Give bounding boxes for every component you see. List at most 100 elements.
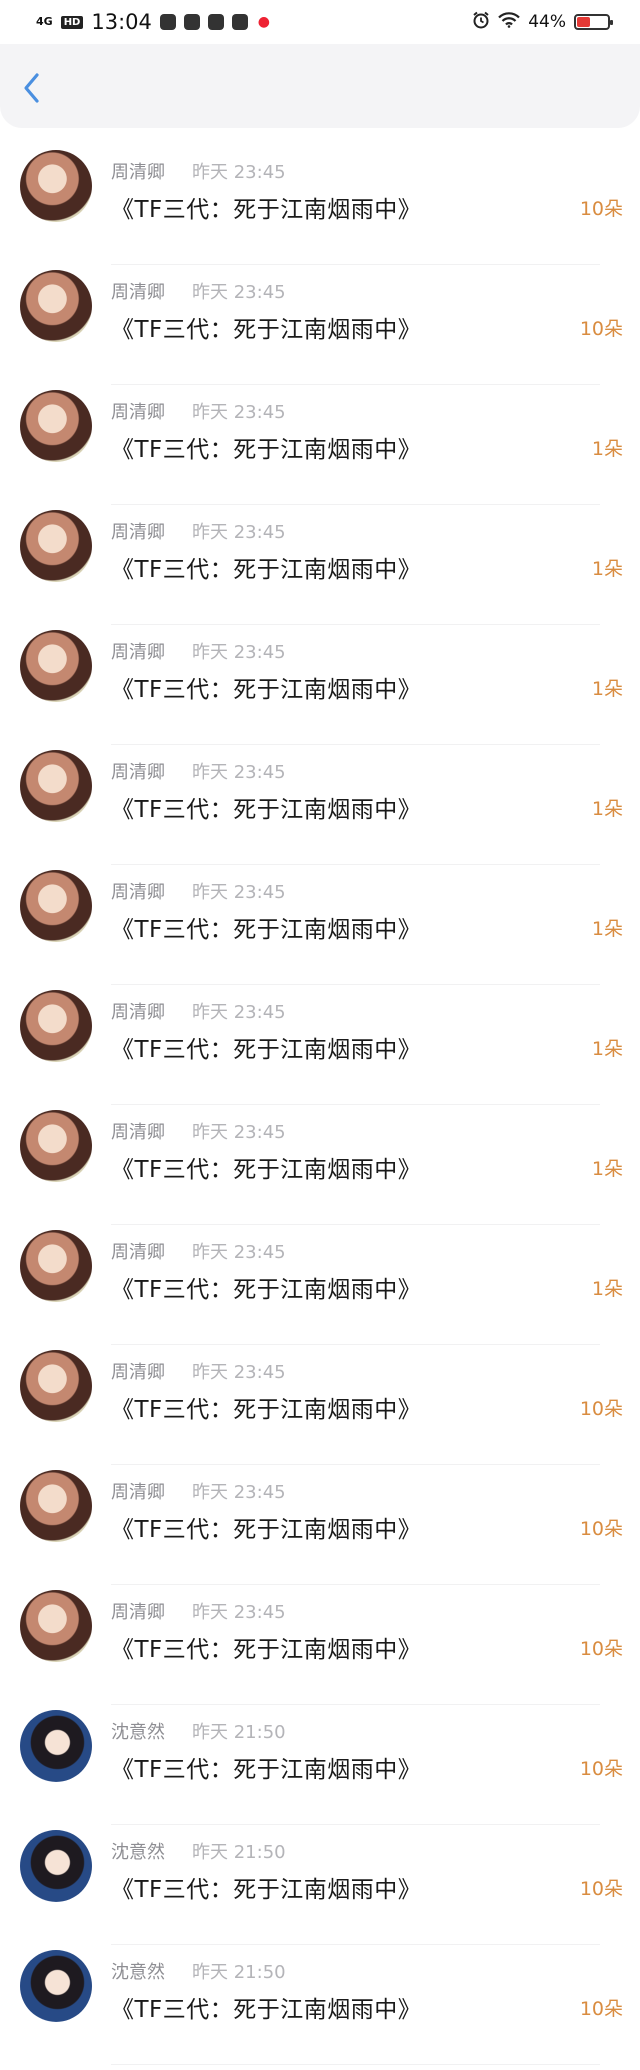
divider — [111, 1824, 600, 1825]
sender-name: 周清卿 — [111, 1602, 165, 1623]
gift-count: 1朵 — [591, 918, 623, 940]
divider — [111, 1344, 600, 1345]
timestamp: 昨天 23:45 — [192, 522, 286, 543]
list-item[interactable]: 周清卿 昨天 23:45 《TF三代：死于江南烟雨中》 1朵 — [0, 990, 640, 1110]
battery-level — [577, 17, 590, 27]
avatar[interactable] — [20, 1230, 92, 1302]
avatar[interactable] — [20, 750, 92, 822]
book-title: 《TF三代：死于江南烟雨中》 — [111, 557, 422, 583]
clock: 13:04 — [91, 10, 152, 34]
gift-count: 1朵 — [591, 1278, 623, 1300]
avatar[interactable] — [20, 990, 92, 1062]
sender-name: 沈意然 — [111, 1962, 165, 1983]
gift-count: 10朵 — [579, 1638, 623, 1660]
chevron-left-icon — [24, 73, 39, 103]
list-item[interactable]: 周清卿 昨天 23:45 《TF三代：死于江南烟雨中》 10朵 — [0, 1470, 640, 1590]
avatar[interactable] — [20, 150, 92, 222]
book-title: 《TF三代：死于江南烟雨中》 — [111, 1757, 422, 1783]
sender-name: 周清卿 — [111, 1242, 165, 1263]
app-notification-icon — [207, 14, 224, 30]
list-item[interactable]: 周清卿 昨天 23:45 《TF三代：死于江南烟雨中》 1朵 — [0, 630, 640, 750]
avatar[interactable] — [20, 390, 92, 462]
book-title: 《TF三代：死于江南烟雨中》 — [111, 1397, 422, 1423]
list-item[interactable]: 周清卿 昨天 23:45 《TF三代：死于江南烟雨中》 1朵 — [0, 1110, 640, 1230]
list-item[interactable]: 沈意然 昨天 21:50 《TF三代：死于江南烟雨中》 10朵 — [0, 1950, 640, 2070]
avatar[interactable] — [20, 510, 92, 582]
avatar[interactable] — [20, 630, 92, 702]
list-item[interactable]: 周清卿 昨天 23:45 《TF三代：死于江南烟雨中》 1朵 — [0, 750, 640, 870]
gift-count: 1朵 — [591, 438, 623, 460]
list-item[interactable]: 周清卿 昨天 23:45 《TF三代：死于江南烟雨中》 1朵 — [0, 1230, 640, 1350]
list-item[interactable]: 周清卿 昨天 23:45 《TF三代：死于江南烟雨中》 1朵 — [0, 390, 640, 510]
list-item[interactable]: 周清卿 昨天 23:45 《TF三代：死于江南烟雨中》 10朵 — [0, 1350, 640, 1470]
timestamp: 昨天 23:45 — [192, 882, 286, 903]
avatar[interactable] — [20, 270, 92, 342]
list-item[interactable]: 沈意然 昨天 21:50 《TF三代：死于江南烟雨中》 10朵 — [0, 1830, 640, 1950]
avatar[interactable] — [20, 1350, 92, 1422]
timestamp: 昨天 21:50 — [192, 1962, 286, 1983]
gift-count: 1朵 — [591, 1158, 623, 1180]
avatar[interactable] — [20, 1710, 92, 1782]
book-title: 《TF三代：死于江南烟雨中》 — [111, 1157, 422, 1183]
list-item[interactable]: 沈意然 昨天 21:50 《TF三代：死于江南烟雨中》 10朵 — [0, 1710, 640, 1830]
sender-name: 沈意然 — [111, 1722, 165, 1743]
divider — [111, 864, 600, 865]
avatar[interactable] — [20, 1470, 92, 1542]
timestamp: 昨天 23:45 — [192, 402, 286, 423]
divider — [111, 504, 600, 505]
timestamp: 昨天 21:50 — [192, 1842, 286, 1863]
divider — [111, 264, 600, 265]
app-notification-icon — [159, 14, 176, 30]
divider — [111, 1224, 600, 1225]
divider — [111, 1944, 600, 1945]
timestamp: 昨天 23:45 — [192, 1602, 286, 1623]
timestamp: 昨天 23:45 — [192, 162, 286, 183]
list-item[interactable]: 周清卿 昨天 23:45 《TF三代：死于江南烟雨中》 10朵 — [0, 270, 640, 390]
cellular-signal-icon: 4G — [36, 15, 53, 28]
sender-name: 沈意然 — [111, 1842, 165, 1863]
back-button[interactable] — [18, 70, 48, 106]
battery-percent: 44% — [528, 12, 566, 32]
list-item[interactable]: 周清卿 昨天 23:45 《TF三代：死于江南烟雨中》 1朵 — [0, 510, 640, 630]
sender-name: 周清卿 — [111, 1482, 165, 1503]
divider — [111, 1704, 600, 1705]
sender-name: 周清卿 — [111, 762, 165, 783]
gift-count: 10朵 — [579, 1518, 623, 1540]
gift-count: 10朵 — [579, 1398, 623, 1420]
divider — [111, 384, 600, 385]
timestamp: 昨天 23:45 — [192, 762, 286, 783]
list-item[interactable]: 周清卿 昨天 23:45 《TF三代：死于江南烟雨中》 10朵 — [0, 1590, 640, 1710]
avatar[interactable] — [20, 1590, 92, 1662]
avatar[interactable] — [20, 1830, 92, 1902]
divider — [111, 1104, 600, 1105]
book-title: 《TF三代：死于江南烟雨中》 — [111, 1997, 422, 2023]
book-title: 《TF三代：死于江南烟雨中》 — [111, 437, 422, 463]
app-notification-icon — [183, 14, 200, 30]
avatar[interactable] — [20, 870, 92, 942]
divider — [111, 624, 600, 625]
divider — [111, 744, 600, 745]
book-title: 《TF三代：死于江南烟雨中》 — [111, 917, 422, 943]
avatar[interactable] — [20, 1110, 92, 1182]
gift-count: 1朵 — [591, 678, 623, 700]
avatar[interactable] — [20, 1950, 92, 2022]
gift-record-list: 周清卿 昨天 23:45 《TF三代：死于江南烟雨中》 10朵 周清卿 昨天 23:45 《… — [0, 150, 640, 2070]
nav-bar — [0, 44, 640, 128]
divider — [111, 984, 600, 985]
book-title: 《TF三代：死于江南烟雨中》 — [111, 677, 422, 703]
book-title: 《TF三代：死于江南烟雨中》 — [111, 1037, 422, 1063]
book-title: 《TF三代：死于江南烟雨中》 — [111, 1277, 422, 1303]
divider — [111, 1584, 600, 1585]
timestamp: 昨天 23:45 — [192, 1242, 286, 1263]
sender-name: 周清卿 — [111, 402, 165, 423]
sender-name: 周清卿 — [111, 282, 165, 303]
divider — [111, 2064, 600, 2065]
timestamp: 昨天 23:45 — [192, 282, 286, 303]
gift-count: 1朵 — [591, 558, 623, 580]
wifi-icon — [498, 12, 520, 32]
sender-name: 周清卿 — [111, 1362, 165, 1383]
list-item[interactable]: 周清卿 昨天 23:45 《TF三代：死于江南烟雨中》 1朵 — [0, 870, 640, 990]
list-item[interactable]: 周清卿 昨天 23:45 《TF三代：死于江南烟雨中》 10朵 — [0, 150, 640, 270]
sender-name: 周清卿 — [111, 1122, 165, 1143]
gift-count: 10朵 — [579, 1758, 623, 1780]
